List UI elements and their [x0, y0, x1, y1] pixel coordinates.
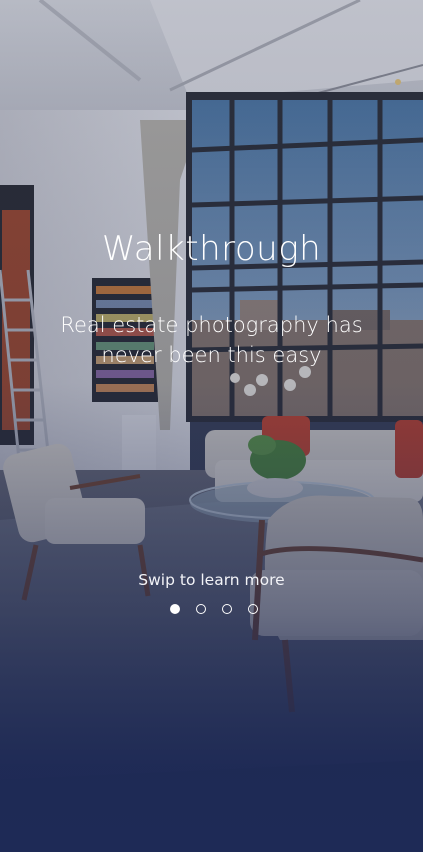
page-indicator	[0, 604, 423, 614]
swipe-hint: Swip to learn more	[138, 571, 285, 589]
page-dot-4[interactable]	[247, 604, 258, 614]
page-dot-1[interactable]	[169, 604, 180, 614]
walkthrough-screen: Walkthrough Real estate photography has …	[0, 0, 423, 852]
page-title: Walkthrough	[101, 229, 322, 269]
page-subtitle: Real estate photography has never been t…	[60, 313, 363, 367]
dark-overlay	[0, 0, 423, 852]
page-dot-3[interactable]	[221, 604, 232, 614]
page-dot-2[interactable]	[195, 604, 206, 614]
